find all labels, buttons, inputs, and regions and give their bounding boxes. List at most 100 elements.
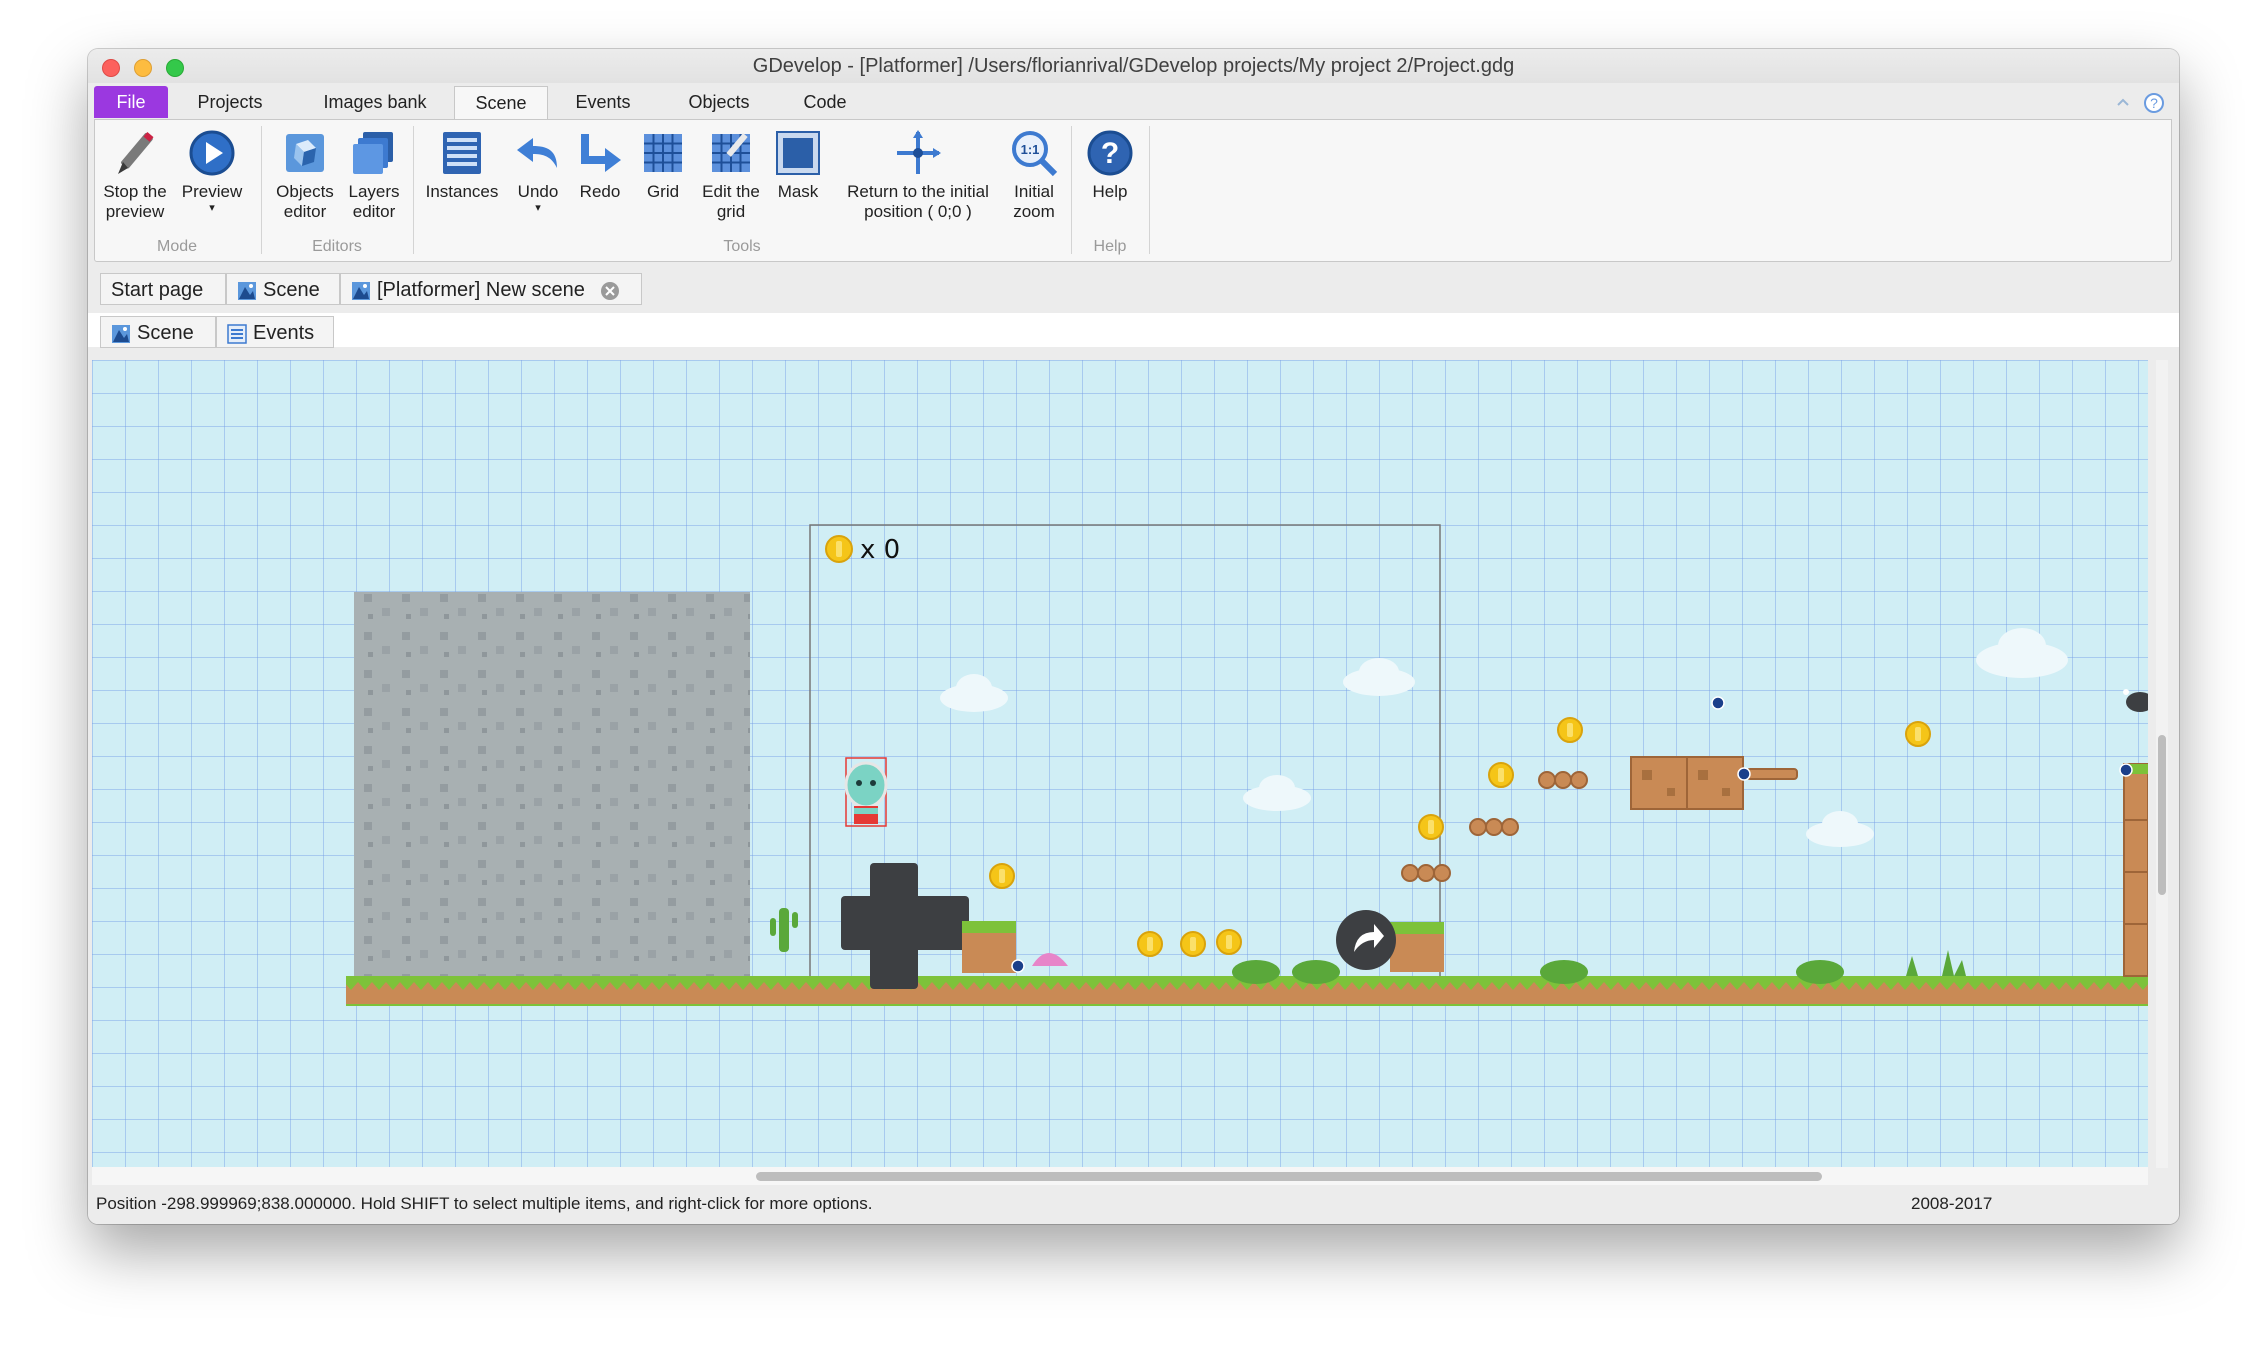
close-tab-icon[interactable] xyxy=(600,281,620,301)
small-platform[interactable] xyxy=(1401,864,1451,882)
moving-platform[interactable] xyxy=(1737,767,1798,781)
initial-zoom-label: Initial zoom xyxy=(1013,182,1055,221)
mask-button[interactable]: Mask xyxy=(767,128,829,202)
help-button[interactable]: ? Help xyxy=(1075,128,1145,202)
layers-icon xyxy=(353,132,393,174)
cloud xyxy=(940,674,1008,712)
stop-preview-label: Stop the preview xyxy=(103,182,167,221)
cloud xyxy=(1976,628,2068,678)
preview-button[interactable]: Preview ▾ xyxy=(177,128,247,214)
undo-dropdown-icon[interactable]: ▾ xyxy=(505,202,571,214)
tab-file[interactable]: File xyxy=(94,86,168,118)
scene-icon xyxy=(352,281,370,300)
score-text[interactable]: x 0 xyxy=(860,535,900,565)
layers-editor-label: Layers editor xyxy=(348,182,400,221)
undo-button[interactable]: Undo ▾ xyxy=(505,128,571,214)
small-platform[interactable] xyxy=(1469,818,1519,836)
coin[interactable] xyxy=(1137,931,1163,957)
editor-sub-tabs: Scene Events xyxy=(88,313,2179,348)
minimize-window-button[interactable] xyxy=(134,59,152,77)
help-icon: ? xyxy=(1087,130,1133,176)
scene-icon xyxy=(238,281,256,300)
preview-dropdown-icon[interactable]: ▾ xyxy=(177,202,247,214)
group-label-mode: Mode xyxy=(156,238,198,255)
sub-tab-events[interactable]: Events xyxy=(216,316,334,348)
collapse-ribbon-icon[interactable] xyxy=(2116,97,2130,107)
close-window-button[interactable] xyxy=(102,59,120,77)
ribbon-separator xyxy=(413,126,414,254)
slime-enemy[interactable] xyxy=(1011,953,1068,973)
instances-button[interactable]: Instances xyxy=(417,128,507,202)
coin[interactable] xyxy=(1180,931,1206,957)
cactus[interactable] xyxy=(770,908,798,952)
dirt-column[interactable] xyxy=(2119,763,2148,977)
dirt-block[interactable] xyxy=(1630,756,1688,810)
edit-grid-icon xyxy=(712,133,750,172)
horizontal-scrollbar-thumb[interactable] xyxy=(756,1172,1822,1181)
small-platform[interactable] xyxy=(1538,771,1588,789)
stone-wall[interactable] xyxy=(354,592,750,984)
scene-canvas[interactable]: x 0 xyxy=(92,360,2148,1168)
objects-editor-label: Objects editor xyxy=(276,182,334,221)
dirt-block[interactable] xyxy=(1686,756,1744,810)
stop-preview-button[interactable]: Stop the preview xyxy=(95,128,175,222)
score-coin-icon xyxy=(825,535,853,563)
vertical-scrollbar-thumb[interactable] xyxy=(2158,735,2166,895)
status-year: 2008-2017 xyxy=(1911,1194,1993,1213)
ribbon-toolbar: Stop the preview Preview ▾ Mode Objects … xyxy=(94,119,2172,262)
initial-zoom-button[interactable]: 1:1 Initial zoom xyxy=(1001,128,1067,222)
coin[interactable] xyxy=(1557,717,1583,743)
objects-editor-icon xyxy=(286,134,324,172)
vertical-scrollbar[interactable] xyxy=(2156,360,2168,1168)
tab-objects[interactable]: Objects xyxy=(672,86,766,118)
events-list-icon xyxy=(227,323,247,344)
maximize-window-button[interactable] xyxy=(166,59,184,77)
dpad-control[interactable] xyxy=(841,863,969,989)
return-initial-position-label: Return to the initial position ( 0;0 ) xyxy=(847,182,989,221)
grid-button[interactable]: Grid xyxy=(633,128,693,202)
coin[interactable] xyxy=(989,863,1015,889)
redo-button[interactable]: Redo xyxy=(569,128,631,202)
horizontal-scrollbar[interactable] xyxy=(92,1167,2148,1185)
coin[interactable] xyxy=(1418,814,1444,840)
path-marker[interactable] xyxy=(1711,696,1725,710)
tab-images-bank[interactable]: Images bank xyxy=(310,86,440,118)
doc-tab-new-scene[interactable]: [Platformer] New scene xyxy=(340,273,642,305)
layers-editor-button[interactable]: Layers editor xyxy=(339,128,409,222)
menu-tabs: File Projects Images bank Scene Events O… xyxy=(88,83,2179,119)
player-character[interactable] xyxy=(844,757,888,827)
help-circle-icon[interactable]: ? xyxy=(2143,92,2165,114)
coin[interactable] xyxy=(1905,721,1931,747)
cloud xyxy=(1243,775,1311,811)
app-window: GDevelop - [Platformer] /Users/florianri… xyxy=(88,49,2179,1224)
bush xyxy=(1796,960,1844,984)
window-title: GDevelop - [Platformer] /Users/florianri… xyxy=(752,55,1515,77)
edit-grid-label: Edit the grid xyxy=(702,182,760,221)
doc-tab-scene[interactable]: Scene xyxy=(226,273,340,305)
instances-label: Instances xyxy=(425,182,499,201)
group-label-editors: Editors xyxy=(312,238,362,255)
svg-text:1:1: 1:1 xyxy=(1021,142,1040,157)
cloud xyxy=(1806,811,1874,847)
tab-code[interactable]: Code xyxy=(788,86,862,118)
svg-text:?: ? xyxy=(1101,137,1119,170)
coin[interactable] xyxy=(1216,929,1242,955)
redo-label: Redo xyxy=(579,182,621,201)
doc-tab-start-page[interactable]: Start page xyxy=(100,273,226,305)
return-initial-position-button[interactable]: Return to the initial position ( 0;0 ) xyxy=(835,128,1001,222)
document-tabs: Start page Scene [Platformer] New scene xyxy=(88,270,2179,310)
sub-tab-scene[interactable]: Scene xyxy=(100,316,216,348)
coin[interactable] xyxy=(1488,762,1514,788)
tab-events[interactable]: Events xyxy=(560,86,646,118)
tab-scene[interactable]: Scene xyxy=(454,86,548,119)
grass-block[interactable] xyxy=(962,921,1016,973)
tab-projects[interactable]: Projects xyxy=(184,86,276,118)
jump-button-control[interactable] xyxy=(1336,910,1396,970)
grass-block[interactable] xyxy=(1390,922,1444,972)
objects-editor-button[interactable]: Objects editor xyxy=(267,128,343,222)
enemy-sprite[interactable] xyxy=(2123,689,2148,712)
scene-drawing: x 0 xyxy=(346,524,2148,1006)
preview-label: Preview xyxy=(181,182,243,201)
ribbon-separator xyxy=(1071,126,1072,254)
edit-grid-button[interactable]: Edit the grid xyxy=(695,128,767,222)
